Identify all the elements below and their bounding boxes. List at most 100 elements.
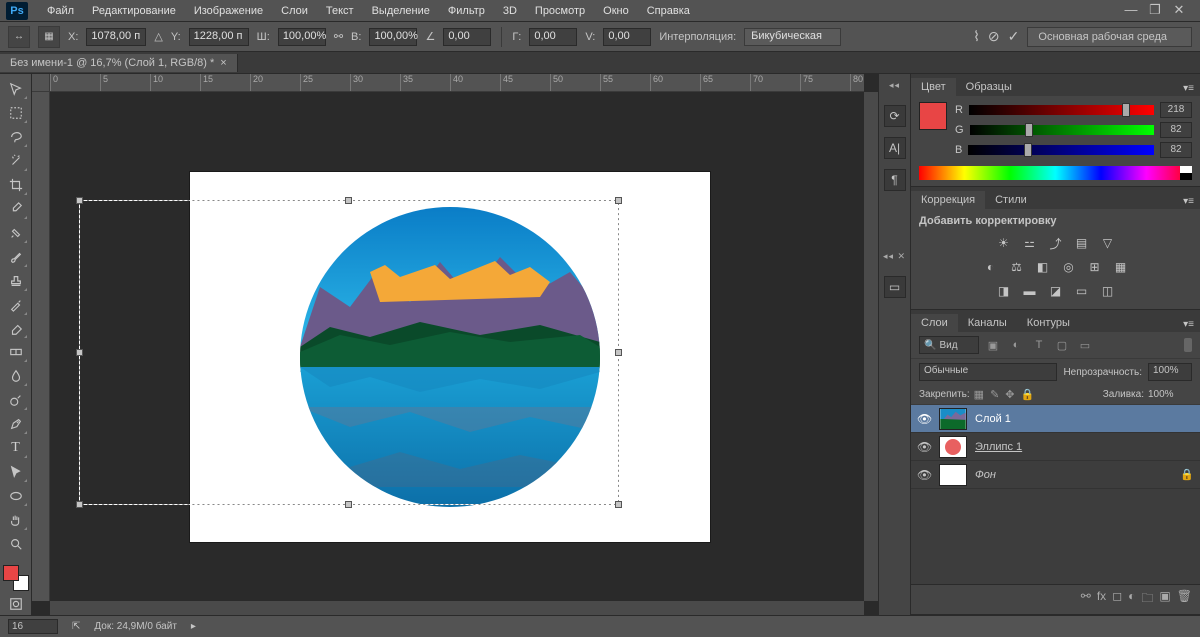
- cancel-transform-icon[interactable]: ⊘: [988, 28, 1000, 45]
- bw-icon[interactable]: ◧: [1033, 259, 1053, 275]
- brightness-icon[interactable]: ☀: [994, 235, 1014, 251]
- levels-icon[interactable]: ⚍: [1020, 235, 1040, 251]
- properties-panel-icon[interactable]: ▭: [884, 276, 906, 298]
- delete-layer-icon[interactable]: 🗑: [1177, 589, 1192, 610]
- character-panel-icon[interactable]: A|: [884, 137, 906, 159]
- threshold-icon[interactable]: ◪: [1046, 283, 1066, 299]
- hue-icon[interactable]: ◐: [981, 259, 1001, 275]
- pen-tool[interactable]: [4, 413, 28, 435]
- marquee-tool[interactable]: [4, 102, 28, 124]
- healing-tool[interactable]: [4, 222, 28, 244]
- color-spectrum[interactable]: [919, 166, 1192, 180]
- mixer-icon[interactable]: ⊞: [1085, 259, 1105, 275]
- transform-handle-bm[interactable]: [345, 501, 352, 508]
- width-input[interactable]: 100,00%: [278, 28, 326, 46]
- curves-icon[interactable]: ⤴: [1046, 235, 1066, 251]
- b-value[interactable]: 82: [1160, 142, 1192, 158]
- foreground-color-swatch[interactable]: [3, 565, 19, 581]
- path-select-tool[interactable]: [4, 461, 28, 483]
- dock-expand-icon-2[interactable]: ◂◂ ✕: [883, 251, 906, 262]
- invert-icon[interactable]: ◨: [994, 283, 1014, 299]
- menu-3d[interactable]: 3D: [494, 3, 526, 19]
- menu-filter[interactable]: Фильтр: [439, 3, 494, 19]
- interpolation-dropdown[interactable]: Бикубическая: [744, 28, 841, 46]
- lock-transparency-icon[interactable]: ▦: [974, 388, 984, 401]
- tab-layers[interactable]: Слои: [911, 314, 958, 332]
- layer-name[interactable]: Слой 1: [975, 413, 1011, 425]
- filter-shape-icon[interactable]: ▢: [1053, 337, 1071, 353]
- angle-input[interactable]: 0,00: [443, 28, 491, 46]
- zoom-input[interactable]: 16: [8, 619, 58, 634]
- transform-handle-tm[interactable]: [345, 197, 352, 204]
- filter-toggle[interactable]: [1184, 338, 1192, 352]
- fill-input[interactable]: 100%: [1148, 389, 1192, 400]
- menu-help[interactable]: Справка: [638, 3, 699, 19]
- filter-pixel-icon[interactable]: ▣: [984, 337, 1002, 353]
- filter-type-icon[interactable]: T: [1030, 337, 1048, 353]
- tab-styles[interactable]: Стили: [985, 191, 1037, 209]
- menu-select[interactable]: Выделение: [363, 3, 439, 19]
- paragraph-panel-icon[interactable]: ¶: [884, 169, 906, 191]
- transform-handle-br[interactable]: [615, 501, 622, 508]
- swap-xy-icon[interactable]: △: [154, 30, 162, 43]
- r-slider[interactable]: [969, 105, 1154, 115]
- layer-name[interactable]: Эллипс 1: [975, 441, 1022, 453]
- visibility-toggle-icon[interactable]: 👁: [917, 412, 931, 426]
- link-wh-icon[interactable]: ⚯: [334, 30, 343, 43]
- wand-tool[interactable]: [4, 150, 28, 172]
- new-group-icon[interactable]: 🗀: [1141, 589, 1153, 610]
- menu-window[interactable]: Окно: [594, 3, 638, 19]
- eyedropper-tool[interactable]: [4, 198, 28, 220]
- link-layers-icon[interactable]: ⚯: [1081, 589, 1091, 610]
- layer-name[interactable]: Фон: [975, 469, 996, 481]
- b-slider[interactable]: [968, 145, 1154, 155]
- maximize-button[interactable]: ❐: [1148, 4, 1162, 18]
- layer-row[interactable]: 👁 Слой 1: [911, 405, 1200, 433]
- add-adjustment-icon[interactable]: ◐: [1128, 589, 1135, 610]
- eraser-tool[interactable]: [4, 318, 28, 340]
- new-layer-icon[interactable]: ▣: [1159, 589, 1170, 610]
- gradient-tool[interactable]: [4, 341, 28, 363]
- type-tool[interactable]: T: [4, 437, 28, 459]
- close-tab-icon[interactable]: ×: [220, 57, 226, 69]
- lock-pixels-icon[interactable]: ✎: [990, 388, 999, 401]
- color-panel-menu-icon[interactable]: ▾≡: [1177, 81, 1200, 96]
- filter-smart-icon[interactable]: ▭: [1076, 337, 1094, 353]
- history-panel-icon[interactable]: ⟳: [884, 105, 906, 127]
- y-input[interactable]: 1228,00 п: [189, 28, 249, 46]
- canvas-viewport[interactable]: [50, 92, 864, 601]
- tab-paths[interactable]: Контуры: [1017, 314, 1080, 332]
- tab-adjustments[interactable]: Коррекция: [911, 191, 985, 209]
- minimize-button[interactable]: —: [1124, 4, 1138, 18]
- ruler-horizontal[interactable]: 0510 152025 303540 455055 606570 758085: [50, 74, 864, 92]
- transform-handle-bl[interactable]: [76, 501, 83, 508]
- reference-point-icon[interactable]: ▦: [38, 26, 60, 48]
- dock-expand-icon[interactable]: ◂◂: [889, 80, 900, 91]
- color-swatches[interactable]: [3, 565, 29, 591]
- menu-file[interactable]: Файл: [38, 3, 83, 19]
- commit-transform-icon[interactable]: ✓: [1008, 28, 1020, 45]
- dodge-tool[interactable]: [4, 389, 28, 411]
- selective-icon[interactable]: ◫: [1098, 283, 1118, 299]
- r-value[interactable]: 218: [1160, 102, 1192, 118]
- exposure-icon[interactable]: ▤: [1072, 235, 1092, 251]
- visibility-toggle-icon[interactable]: 👁: [917, 468, 931, 482]
- shape-tool[interactable]: [4, 485, 28, 507]
- posterize-icon[interactable]: ▬: [1020, 283, 1040, 299]
- stamp-tool[interactable]: [4, 270, 28, 292]
- warp-icon[interactable]: ⌇: [973, 28, 980, 45]
- transform-handle-tr[interactable]: [615, 197, 622, 204]
- tab-swatches[interactable]: Образцы: [956, 78, 1022, 96]
- tab-channels[interactable]: Каналы: [958, 314, 1017, 332]
- hand-tool[interactable]: [4, 509, 28, 531]
- ruler-origin[interactable]: [32, 74, 50, 92]
- menu-image[interactable]: Изображение: [185, 3, 272, 19]
- lock-all-icon[interactable]: 🔒: [1021, 388, 1035, 401]
- expand-status-icon[interactable]: ⇱: [72, 621, 80, 632]
- quickmask-toggle[interactable]: [4, 593, 28, 615]
- layer-thumbnail[interactable]: [939, 408, 967, 430]
- move-tool[interactable]: [4, 78, 28, 100]
- layer-thumbnail[interactable]: [939, 436, 967, 458]
- menu-view[interactable]: Просмотр: [526, 3, 594, 19]
- adjustments-panel-menu-icon[interactable]: ▾≡: [1177, 194, 1200, 209]
